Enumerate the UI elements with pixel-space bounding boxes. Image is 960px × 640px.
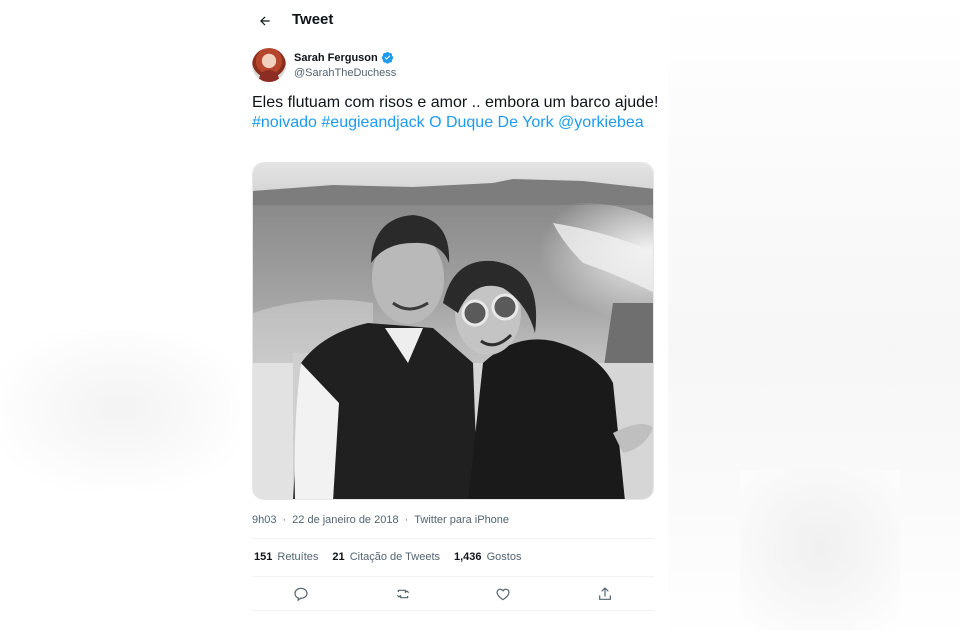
verified-badge-icon: [381, 51, 393, 64]
back-button[interactable]: [248, 6, 282, 36]
author-name[interactable]: Sarah Ferguson: [294, 52, 378, 64]
likes-label: Gostos: [486, 551, 522, 563]
retweet-icon: [396, 589, 410, 599]
meta-separator-2: ·: [404, 514, 409, 526]
retweets-label: Retuítes: [277, 551, 319, 563]
divider-bottom: [252, 576, 654, 577]
share-icon: [599, 587, 611, 600]
mention-yorkiebea[interactable]: @yorkiebea: [558, 114, 644, 131]
tweet-header: Tweet: [240, 0, 668, 42]
page-title: Tweet: [292, 11, 334, 28]
mention-duke-of-york[interactable]: O Duque De York: [429, 114, 554, 131]
tweet-photo[interactable]: [252, 162, 654, 500]
tweet-meta: 9h03 · 22 de janeiro de 2018 · Twitter p…: [252, 514, 509, 526]
reply-icon: [294, 587, 308, 602]
tweet-source[interactable]: Twitter para iPhone: [414, 514, 509, 526]
quotes-label: Citação de Tweets: [349, 551, 440, 563]
hashtag-eugieandjack[interactable]: #eugieandjack: [321, 114, 424, 131]
divider-top: [252, 538, 654, 539]
quotes-count: 21: [332, 551, 345, 563]
photo-couple-on-boat: [253, 163, 653, 499]
like-button[interactable]: [492, 583, 514, 605]
likes-count: 1,436: [454, 551, 482, 563]
avatar[interactable]: [252, 48, 286, 82]
retweets-stat[interactable]: 151 Retuítes: [254, 551, 318, 563]
tweet-text-plain: Eles flutuam com risos e amor .. embora …: [252, 94, 659, 111]
likes-stat[interactable]: 1,436 Gostos: [454, 551, 521, 563]
background-blur-blob: [740, 470, 900, 630]
tweet-date[interactable]: 22 de janeiro de 2018: [292, 514, 398, 526]
tweet-author: Sarah Ferguson @SarahTheDuchess: [252, 48, 662, 84]
background-blur-left: [0, 330, 240, 490]
share-button[interactable]: [594, 583, 616, 605]
meta-separator: ·: [282, 514, 287, 526]
retweets-count: 151: [254, 551, 273, 563]
divider-end: [252, 610, 654, 611]
tweet-stats: 151 Retuítes 21 Citação de Tweets 1,436 …: [254, 551, 521, 563]
tweet-time[interactable]: 9h03: [252, 514, 276, 526]
author-handle[interactable]: @SarahTheDuchess: [294, 67, 396, 79]
tweet-actions: [252, 580, 654, 606]
heart-icon: [496, 588, 510, 601]
quotes-stat[interactable]: 21 Citação de Tweets: [332, 551, 440, 563]
reply-button[interactable]: [290, 583, 312, 605]
hashtag-noivado[interactable]: #noivado: [252, 114, 317, 131]
retweet-button[interactable]: [392, 583, 414, 605]
tweet-column: Tweet Sarah Ferguson @SarahTheDuchess El…: [240, 0, 668, 640]
tweet-text: Eles flutuam com risos e amor .. embora …: [252, 93, 662, 133]
avatar-shoulders: [259, 70, 279, 82]
author-name-row: Sarah Ferguson: [294, 51, 394, 64]
arrow-left-icon: [260, 16, 270, 26]
